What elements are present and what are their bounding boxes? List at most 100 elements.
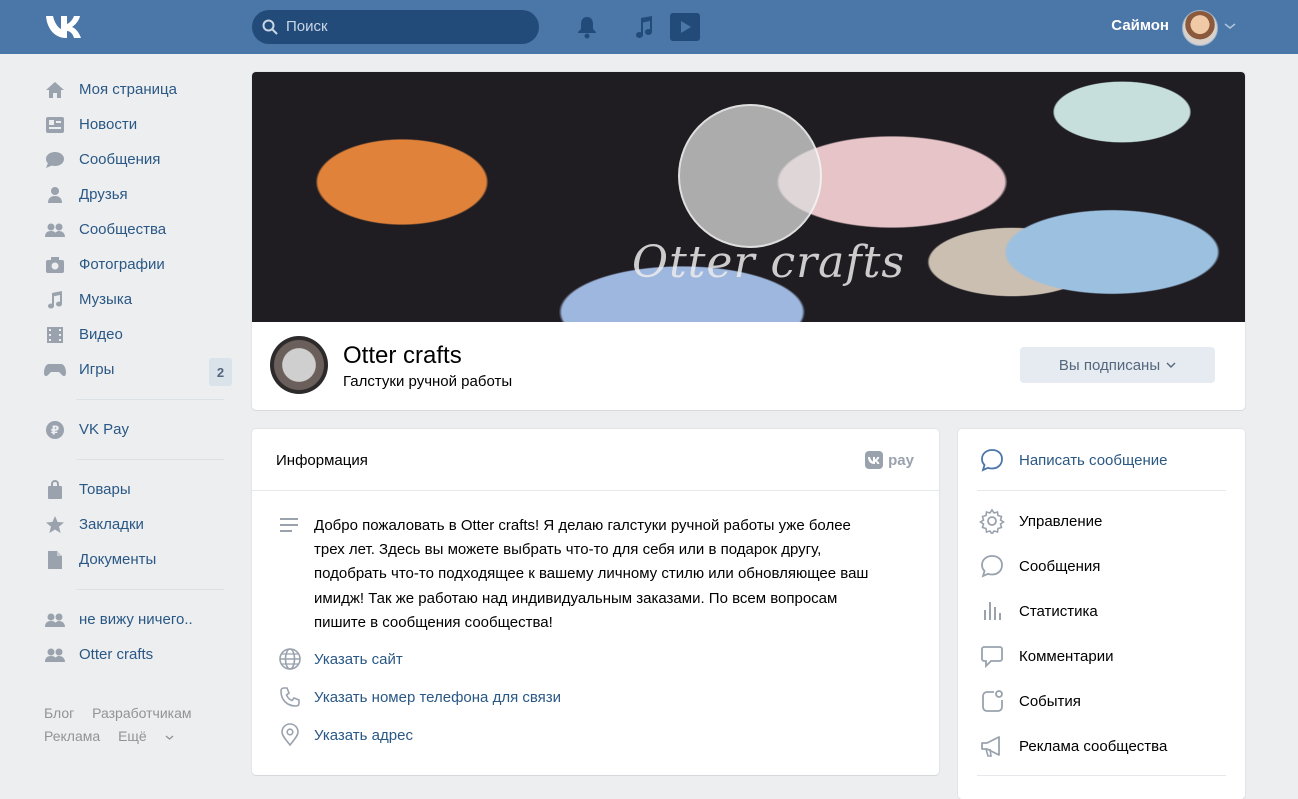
group-status: Галстуки ручной работы: [343, 373, 513, 390]
footer-blog-link[interactable]: Блог: [44, 705, 74, 721]
group-avatar[interactable]: [270, 336, 328, 394]
chat-icon: [979, 553, 1005, 579]
sidebar-item-my-page[interactable]: Моя страница: [44, 72, 232, 107]
subscribed-button[interactable]: Вы подписаны: [1020, 347, 1215, 383]
vk-logo-icon: [865, 451, 884, 469]
friend-icon: [44, 185, 66, 205]
star-icon: [44, 515, 66, 535]
document-icon: [44, 550, 66, 570]
sidebar-item-documents[interactable]: Документы: [44, 542, 232, 577]
action-label: Управление: [1019, 512, 1103, 530]
user-avatar[interactable]: [1182, 10, 1218, 46]
sidebar-footer: Блог Разработчикам Реклама Ещё: [44, 702, 232, 748]
sidebar-item-news[interactable]: Новости: [44, 107, 232, 142]
footer-developers-link[interactable]: Разработчикам: [92, 705, 191, 721]
sidebar-item-label: Игры: [79, 361, 115, 378]
footer-more-link[interactable]: Ещё: [118, 728, 174, 744]
sidebar-item-label: Моя страница: [79, 81, 177, 98]
chevron-down-icon: [1166, 362, 1176, 368]
action-label: Реклама сообщества: [1019, 737, 1168, 755]
groups-icon: [44, 220, 66, 240]
group-header-card: Otter crafts Otter crafts Галстуки ручно…: [252, 72, 1245, 410]
actions-divider: [977, 775, 1226, 776]
svg-text:₽: ₽: [51, 423, 59, 437]
user-name[interactable]: Саймон: [1111, 17, 1169, 34]
left-sidebar: Моя страница Новости Сообщения Друзья Со…: [44, 72, 232, 748]
sidebar-item-community-1[interactable]: не вижу ничего..: [44, 602, 232, 637]
info-title: Информация: [276, 452, 368, 469]
website-link[interactable]: Указать сайт: [278, 647, 403, 671]
action-statistics[interactable]: Статистика: [979, 598, 1098, 624]
sidebar-item-label: VK Pay: [79, 421, 130, 438]
search-box[interactable]: Поиск: [252, 10, 539, 44]
sidebar-divider: [76, 399, 224, 400]
action-comments[interactable]: Комментарии: [979, 643, 1113, 669]
sidebar-item-label: Друзья: [79, 186, 128, 203]
sidebar-item-photos[interactable]: Фотографии: [44, 247, 232, 282]
phone-link[interactable]: Указать номер телефона для связи: [278, 685, 561, 709]
bag-icon: [44, 479, 66, 500]
info-divider: [252, 490, 939, 491]
news-icon: [44, 115, 66, 135]
groups-icon: [44, 610, 66, 630]
footer-more-label: Ещё: [118, 728, 147, 744]
sidebar-item-friends[interactable]: Друзья: [44, 177, 232, 212]
music-icon: [44, 290, 66, 310]
sidebar-item-label: Новости: [79, 116, 138, 133]
sidebar-item-label: Видео: [79, 326, 123, 343]
bell-icon[interactable]: [576, 15, 598, 39]
action-manage[interactable]: Управление: [979, 508, 1102, 534]
sidebar-item-label: Документы: [79, 551, 157, 568]
action-events[interactable]: События: [979, 688, 1081, 714]
vkpay-label: pay: [888, 451, 914, 469]
top-bar: Поиск Саймон: [0, 0, 1298, 54]
stats-icon: [979, 598, 1005, 624]
action-messages[interactable]: Сообщения: [979, 553, 1100, 579]
sidebar-item-community-2[interactable]: Otter crafts: [44, 637, 232, 672]
address-link-label: Указать адрес: [314, 726, 413, 744]
sidebar-item-messages[interactable]: Сообщения: [44, 142, 232, 177]
sidebar-item-label: Otter crafts: [79, 646, 154, 663]
otter-logo-icon: [678, 104, 822, 248]
sidebar-item-communities[interactable]: Сообщества: [44, 212, 232, 247]
description-icon: [280, 518, 298, 532]
play-icon[interactable]: [670, 13, 700, 41]
action-ads[interactable]: Реклама сообщества: [979, 733, 1167, 759]
sidebar-item-games[interactable]: Игры 2: [44, 352, 232, 387]
action-label: Статистика: [1019, 602, 1098, 620]
search-icon: [262, 19, 278, 35]
action-label: Комментарии: [1019, 647, 1114, 665]
camera-icon: [44, 255, 66, 275]
groups-icon: [44, 645, 66, 665]
sidebar-divider: [76, 459, 224, 460]
vkpay-badge[interactable]: pay: [865, 451, 914, 469]
group-title: Otter crafts: [343, 342, 462, 369]
write-message-button[interactable]: Написать сообщение: [979, 447, 1168, 473]
action-label: События: [1019, 692, 1081, 710]
sidebar-item-label: не вижу ничего..: [79, 611, 193, 628]
megaphone-icon: [979, 733, 1005, 759]
phone-icon: [278, 685, 302, 709]
sidebar-item-video[interactable]: Видео: [44, 317, 232, 352]
gear-icon: [979, 508, 1005, 534]
action-label: Сообщения: [1019, 557, 1101, 575]
sidebar-item-label: Закладки: [79, 516, 144, 533]
sidebar-item-bookmarks[interactable]: Закладки: [44, 507, 232, 542]
address-link[interactable]: Указать адрес: [278, 723, 413, 747]
website-link-label: Указать сайт: [314, 650, 403, 668]
music-note-icon[interactable]: [633, 15, 655, 39]
sidebar-item-vkpay[interactable]: ₽ VK Pay: [44, 412, 232, 447]
group-cover-image: Otter crafts: [252, 72, 1245, 322]
chevron-down-icon[interactable]: [1224, 21, 1236, 31]
vk-logo-icon[interactable]: [44, 13, 88, 41]
actions-divider: [977, 490, 1226, 491]
sidebar-item-label: Сообщения: [79, 151, 161, 168]
footer-ads-link[interactable]: Реклама: [44, 728, 100, 744]
info-card: Информация pay Добро пожаловать в Otter …: [252, 429, 939, 775]
sidebar-item-label: Музыка: [79, 291, 133, 308]
sidebar-item-goods[interactable]: Товары: [44, 472, 232, 507]
sidebar-item-music[interactable]: Музыка: [44, 282, 232, 317]
search-input[interactable]: Поиск: [286, 18, 328, 35]
phone-link-label: Указать номер телефона для связи: [314, 688, 562, 706]
games-count-badge: 2: [209, 358, 232, 386]
